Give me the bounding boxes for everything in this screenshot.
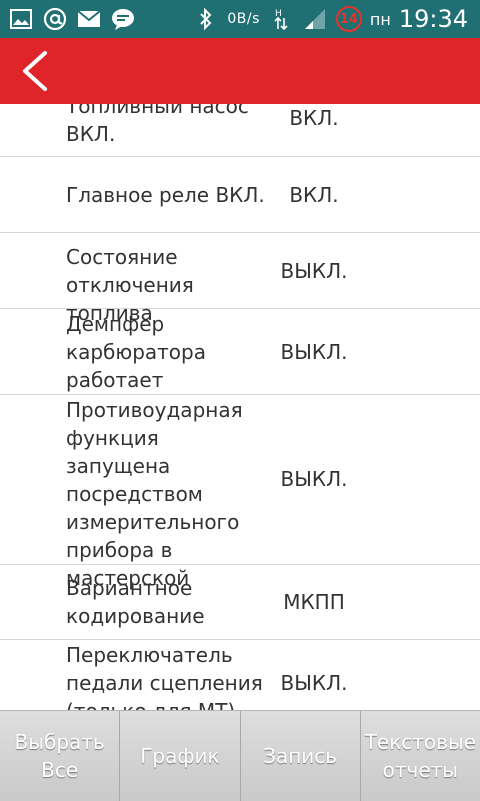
mail-icon [76, 8, 102, 30]
list-item[interactable]: Состояние отключения топлива ВЫКЛ. [0, 233, 480, 325]
clock: 19:34 [398, 5, 468, 33]
bluetooth-icon [193, 8, 219, 30]
graph-button[interactable]: График [120, 711, 241, 801]
parameter-value: ВКЛ. [289, 183, 339, 207]
parameter-name: Переключатель педали сцепления (только д… [66, 643, 263, 710]
network-speed: 0B/s [227, 11, 260, 27]
alarm-badge-icon: 14 [335, 6, 362, 32]
parameter-name: Топливный насос ВКЛ. [66, 104, 249, 146]
parameter-list[interactable]: Топливный насос ВКЛ. ВКЛ. Главное реле В… [0, 104, 480, 710]
parameter-name: Демпфер карбюратора работает [66, 312, 206, 392]
list-item[interactable]: Главное реле ВКЛ. ВКЛ. [0, 157, 480, 233]
chevron-left-icon [23, 51, 47, 91]
parameter-name: Главное реле ВКЛ. [66, 183, 265, 207]
list-item[interactable]: Противоударная функция запущена посредст… [0, 395, 480, 590]
text-reports-button[interactable]: Текстовые отчеты [361, 711, 480, 801]
at-icon [42, 7, 68, 31]
signal-icon [302, 8, 328, 30]
parameter-value: ВЫКЛ. [280, 259, 348, 283]
bottom-action-bar: Выбрать Все График Запись Текстовые отче… [0, 710, 480, 801]
list-item[interactable]: Демпфер карбюратора работает ВЫКЛ. [0, 309, 480, 395]
list-item[interactable]: Топливный насос ВКЛ. ВКЛ. [0, 104, 480, 157]
list-item[interactable]: Вариантное кодирование МКПП [0, 565, 480, 640]
system-indicators: 0B/s H 14 пн 19:34 [193, 5, 480, 33]
back-button[interactable] [14, 50, 54, 92]
status-bar: 0B/s H 14 пн 19:34 [0, 0, 480, 38]
parameter-value: ВКЛ. [289, 106, 339, 130]
parameter-name: Вариантное кодирование [66, 576, 205, 628]
parameter-name: Противоударная функция запущена посредст… [66, 398, 243, 590]
parameter-value: МКПП [283, 590, 345, 614]
select-all-button[interactable]: Выбрать Все [0, 711, 121, 801]
parameter-value: ВЫКЛ. [280, 340, 348, 364]
notification-icons [0, 7, 136, 31]
record-button[interactable]: Запись [241, 711, 361, 801]
parameter-value: ВЫКЛ. [280, 467, 348, 491]
data-arrows-icon: H [268, 8, 294, 31]
app-bar [0, 38, 480, 104]
message-icon [110, 8, 136, 30]
list-item[interactable]: Переключатель педали сцепления (только д… [0, 640, 480, 710]
weekday: пн [369, 9, 391, 29]
parameter-value: ВЫКЛ. [280, 671, 348, 695]
image-icon [8, 8, 34, 30]
